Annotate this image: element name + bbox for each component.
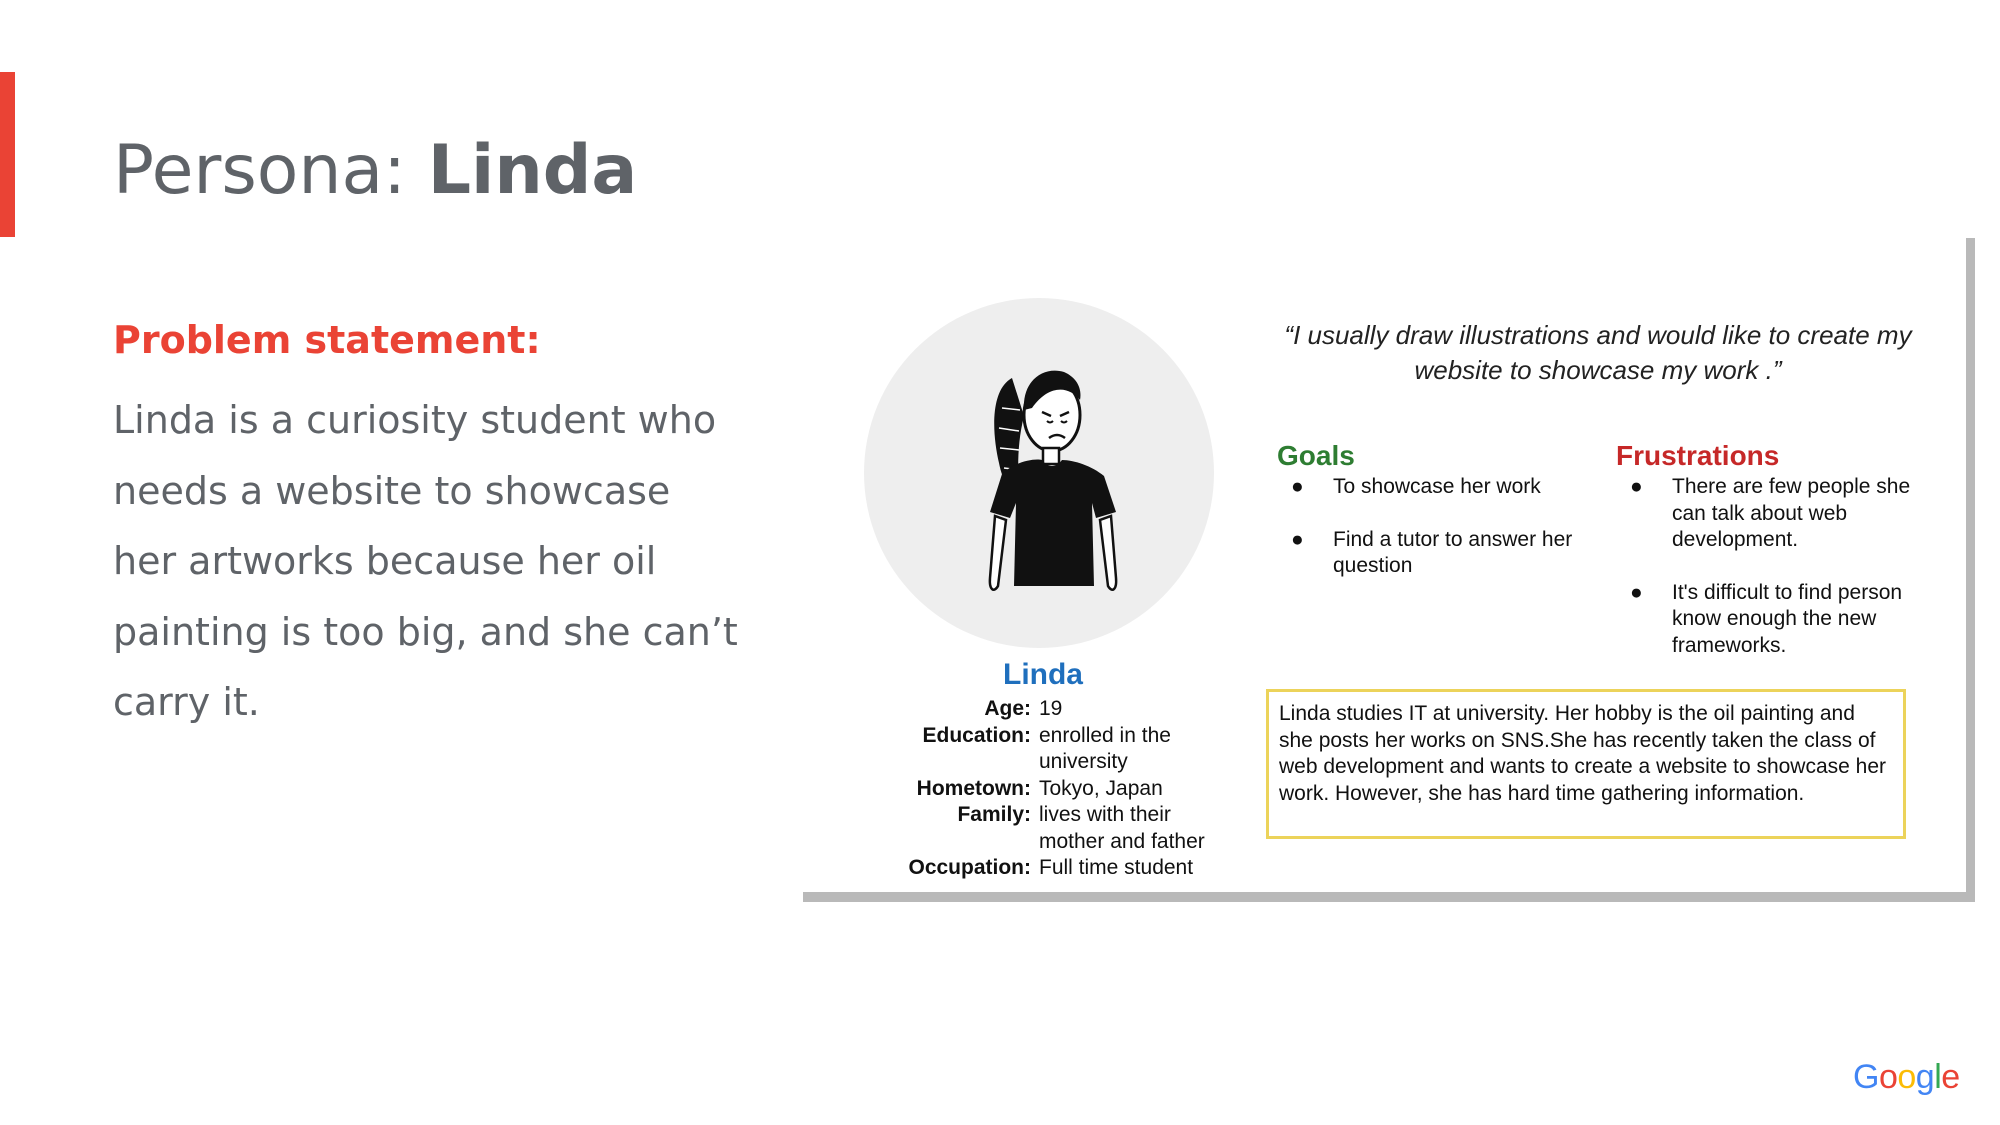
persona-facts: Age: 19 Education: enrolled in the unive… — [833, 696, 1243, 882]
fact-key: Age: — [984, 697, 1031, 720]
goals-heading: Goals — [1277, 440, 1355, 471]
list-item: ● There are few people she can talk about… — [1616, 474, 1916, 554]
bullet-icon: ● — [1630, 475, 1643, 498]
goal-text: To showcase her work — [1333, 475, 1541, 498]
list-item: ● It's difficult to find person know enou… — [1616, 580, 1916, 660]
fact-key: Hometown: — [916, 776, 1031, 800]
goal-text: Find a tutor to answer her question — [1333, 527, 1573, 578]
list-item: ● To showcase her work — [1277, 474, 1577, 501]
fact-row-age: Age: 19 — [833, 696, 1243, 723]
fact-value: 19 — [1039, 697, 1063, 720]
problem-statement-text: Linda is a curiosity student who needs a… — [113, 398, 750, 724]
fact-value: enrolled in the university — [1039, 723, 1171, 774]
persona-name: Linda — [1003, 658, 1083, 691]
bullet-icon: ● — [1291, 527, 1304, 551]
fact-key: Family: — [957, 803, 1031, 826]
avatar — [864, 298, 1214, 648]
frustrations-heading: Frustrations — [1616, 440, 1780, 471]
frustration-text: There are few people she can talk about … — [1672, 475, 1911, 551]
title-name: Linda — [427, 131, 638, 210]
persona-illustration-icon — [988, 370, 1118, 596]
logo-letter: o — [1897, 1058, 1916, 1096]
fact-value: lives with their mother and father — [1039, 803, 1205, 853]
fact-row-family: Family: lives with their mother and fath… — [833, 802, 1243, 855]
persona-card: Linda Age: 19 Education: enrolled in the… — [803, 238, 1966, 892]
google-logo: Google — [1853, 1058, 1960, 1097]
goals-list: ● To showcase her work ● Find a tutor to a… — [1277, 474, 1577, 606]
frustrations-list: ● There are few people she can talk about… — [1616, 474, 1916, 685]
persona-bio: Linda studies IT at university. Her hobb… — [1266, 689, 1906, 839]
fact-key: Occupation: — [908, 856, 1031, 879]
fact-row-occupation: Occupation: Full time student — [833, 855, 1243, 882]
logo-letter: G — [1853, 1058, 1879, 1096]
logo-letter: o — [1878, 1058, 1898, 1096]
title-prefix: Persona: — [113, 131, 428, 210]
accent-bar — [0, 72, 15, 237]
fact-row-hometown: Hometown: Tokyo, Japan — [833, 776, 1243, 803]
bullet-icon: ● — [1630, 580, 1643, 604]
fact-value: Tokyo, Japan — [1039, 776, 1163, 800]
persona-quote: “I usually draw illustrations and would … — [1284, 320, 1912, 385]
fact-row-education: Education: enrolled in the university — [833, 723, 1243, 776]
logo-letter: g — [1915, 1058, 1935, 1096]
list-item: ● Find a tutor to answer her question — [1277, 527, 1577, 580]
fact-value: Full time student — [1039, 856, 1194, 879]
problem-statement-label: Problem statement: — [113, 318, 541, 362]
logo-letter: e — [1941, 1058, 1960, 1096]
slide-title: Persona: Linda — [113, 130, 637, 212]
bullet-icon: ● — [1291, 475, 1304, 498]
fact-key: Education: — [922, 723, 1032, 747]
frustration-text: It's difficult to find person know enoug… — [1672, 580, 1903, 657]
